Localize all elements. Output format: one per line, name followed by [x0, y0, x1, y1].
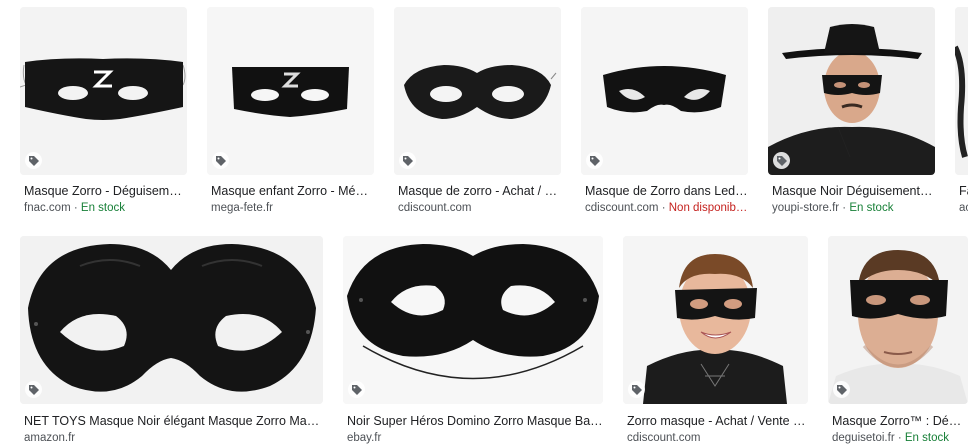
- result-title[interactable]: Masque de Zorro dans Led…: [585, 184, 748, 198]
- result-meta: ebay.fr: [347, 432, 603, 444]
- result-source: deguisetoi.fr: [832, 432, 895, 444]
- result-source: ebay.fr: [347, 432, 382, 444]
- domino-mask-z-icon: [20, 7, 187, 175]
- stock-status: En stock: [904, 432, 949, 444]
- result-image[interactable]: [394, 7, 561, 175]
- shopping-tag-icon: [25, 152, 42, 169]
- stock-status: En stock: [80, 202, 126, 214]
- man-in-mask-icon: [828, 236, 968, 404]
- meta-separator: ·: [839, 202, 850, 214]
- result-card-1[interactable]: Masque Zorro - Déguiseme… fnac.com · En …: [20, 7, 187, 222]
- result-image[interactable]: [955, 7, 968, 175]
- result-source: youpi-store.fr: [772, 202, 840, 214]
- result-meta: amazon.fr: [24, 432, 323, 444]
- result-source: cdiscount.com: [398, 202, 472, 214]
- result-source: ac: [959, 202, 968, 214]
- result-meta: cdiscount.com: [398, 202, 561, 214]
- result-meta: ac: [959, 202, 968, 214]
- result-meta: deguisetoi.fr · En stock: [832, 432, 968, 444]
- shopping-tag-icon: [348, 381, 365, 398]
- meta-separator: ·: [658, 202, 669, 214]
- result-image[interactable]: [207, 7, 374, 175]
- result-card-4[interactable]: Masque de Zorro dans Led… cdiscount.com …: [581, 7, 748, 222]
- result-image[interactable]: [20, 7, 187, 175]
- result-title[interactable]: Masque de zorro - Achat / …: [398, 184, 561, 198]
- result-image[interactable]: [623, 236, 808, 404]
- result-meta: cdiscount.com: [627, 432, 808, 444]
- result-title[interactable]: Noir Super Héros Domino Zorro Masque Ba…: [347, 414, 603, 428]
- stock-status: Non disponib…: [668, 202, 748, 214]
- result-source: fnac.com: [24, 202, 71, 214]
- result-title[interactable]: Zorro masque - Achat / Vente …: [627, 414, 808, 428]
- result-card-8[interactable]: Noir Super Héros Domino Zorro Masque Ba……: [343, 236, 603, 448]
- result-source: amazon.fr: [24, 432, 76, 444]
- result-meta: youpi-store.fr · En stock: [772, 202, 935, 214]
- meta-separator: ·: [894, 432, 905, 444]
- shopping-tag-icon: [833, 381, 850, 398]
- result-card-7[interactable]: NET TOYS Masque Noir élégant Masque Zorr…: [20, 236, 323, 448]
- result-card-3[interactable]: Masque de zorro - Achat / … cdiscount.co…: [394, 7, 561, 222]
- shopping-tag-icon: [212, 152, 229, 169]
- result-image[interactable]: [581, 7, 748, 175]
- result-image[interactable]: [768, 7, 935, 175]
- result-image[interactable]: [828, 236, 968, 404]
- shopping-tag-icon: [773, 152, 790, 169]
- stock-status: En stock: [849, 202, 894, 214]
- child-in-mask-icon: [623, 236, 808, 404]
- result-title[interactable]: Masque Zorro - Déguiseme…: [24, 184, 187, 198]
- result-card-2[interactable]: Masque enfant Zorro - Még… mega-fete.fr: [207, 7, 374, 222]
- meta-separator: ·: [70, 202, 81, 214]
- shopping-tag-icon: [628, 381, 645, 398]
- result-title[interactable]: Masque Zorro™ : Dégu…: [832, 414, 968, 428]
- domino-mask-z-icon: [207, 7, 374, 175]
- result-card-9[interactable]: Zorro masque - Achat / Vente … cdiscount…: [623, 236, 808, 448]
- result-meta: mega-fete.fr: [211, 202, 374, 214]
- result-title[interactable]: Masque Noir Déguisement …: [772, 184, 935, 198]
- domino-mask-icon: [20, 236, 323, 404]
- result-card-6-partial[interactable]: Fa ac: [955, 7, 968, 222]
- shopping-tag-icon: [25, 381, 42, 398]
- shopping-tag-icon: [399, 152, 416, 169]
- partial-image-icon: [955, 7, 968, 175]
- result-card-10[interactable]: Masque Zorro™ : Dégu… deguisetoi.fr · En…: [828, 236, 968, 448]
- domino-mask-icon: [343, 236, 603, 404]
- result-card-5[interactable]: Masque Noir Déguisement … youpi-store.fr…: [768, 7, 935, 222]
- result-title[interactable]: NET TOYS Masque Noir élégant Masque Zorr…: [24, 414, 323, 428]
- result-source: cdiscount.com: [627, 432, 701, 444]
- result-image[interactable]: [343, 236, 603, 404]
- shopping-tag-icon: [586, 152, 603, 169]
- result-title[interactable]: Masque enfant Zorro - Még…: [211, 184, 374, 198]
- result-source: mega-fete.fr: [211, 202, 273, 214]
- result-source: cdiscount.com: [585, 202, 659, 214]
- result-title[interactable]: Fa: [959, 184, 968, 198]
- result-image[interactable]: [20, 236, 323, 404]
- man-in-zorro-hat-icon: [768, 7, 935, 175]
- result-meta: cdiscount.com · Non disponib…: [585, 202, 748, 214]
- result-meta: fnac.com · En stock: [24, 202, 187, 214]
- visor-mask-icon: [581, 7, 748, 175]
- domino-mask-icon: [394, 7, 561, 175]
